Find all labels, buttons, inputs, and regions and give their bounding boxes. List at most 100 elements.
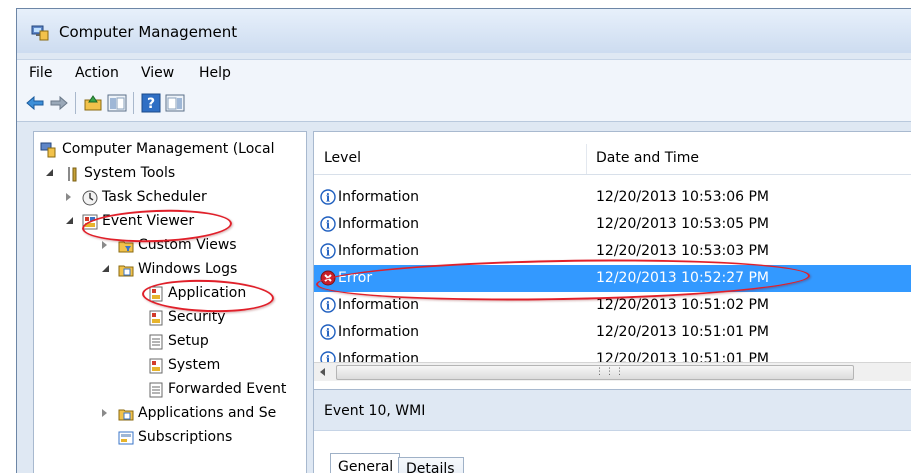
level-cell: Information	[338, 189, 420, 205]
grip-icon: ⋮⋮⋮	[595, 367, 625, 377]
log-icon	[149, 334, 163, 350]
show-hide-action-pane-icon[interactable]	[165, 93, 185, 113]
log-icon	[149, 310, 163, 326]
table-row[interactable]: i Information 12/20/2013 10:53:05 PM	[314, 211, 911, 238]
svg-text:i: i	[326, 300, 330, 313]
event-title: Event 10, WMI	[324, 403, 426, 419]
svg-text:i: i	[326, 354, 330, 363]
collapsed-arrow-icon[interactable]	[102, 409, 107, 417]
forward-arrow-icon[interactable]	[49, 93, 69, 113]
tree-label: Windows Logs	[138, 261, 238, 277]
tree-label: Computer Management (Local	[62, 141, 275, 157]
info-icon: i	[320, 189, 336, 205]
tree-label: System	[168, 357, 221, 373]
datetime-cell: 12/20/2013 10:53:05 PM	[596, 216, 769, 232]
computer-management-icon	[40, 142, 56, 158]
datetime-cell: 12/20/2013 10:51:01 PM	[596, 324, 769, 340]
help-icon[interactable]: ?	[141, 93, 161, 113]
datetime-cell: 12/20/2013 10:51:01 PM	[596, 351, 769, 362]
level-cell: Information	[338, 297, 420, 313]
datetime-cell: 12/20/2013 10:53:03 PM	[596, 243, 769, 259]
tab-label: Details	[406, 461, 455, 473]
clock-icon	[82, 190, 98, 206]
menu-help[interactable]: Help	[199, 65, 231, 81]
event-detail-panel: Event 10, WMI General Details	[313, 389, 911, 473]
folder-log-icon	[118, 409, 134, 421]
menu-bar: File Action View Help	[17, 59, 911, 86]
log-icon	[149, 286, 163, 302]
datetime-cell: 12/20/2013 10:52:27 PM	[596, 270, 769, 286]
log-icon	[149, 382, 163, 398]
menu-file[interactable]: File	[29, 65, 52, 81]
folder-log-icon	[118, 265, 134, 277]
title-bar[interactable]: Computer Management	[17, 9, 911, 53]
column-header-date-time[interactable]: Date and Time	[596, 150, 699, 166]
column-header-level[interactable]: Level	[324, 150, 361, 166]
menu-action[interactable]: Action	[75, 65, 119, 81]
toolbar: ?	[17, 85, 911, 122]
level-cell: Information	[338, 243, 420, 259]
expanded-arrow-icon[interactable]	[102, 265, 109, 272]
table-row[interactable]: i Information 12/20/2013 10:53:03 PM	[314, 238, 911, 265]
tree-label: Application	[168, 285, 247, 301]
log-icon	[149, 358, 163, 374]
tree-label: Forwarded Event	[168, 381, 287, 397]
menu-view[interactable]: View	[141, 65, 174, 81]
info-icon: i	[320, 351, 336, 362]
column-divider[interactable]	[586, 144, 587, 174]
collapsed-arrow-icon[interactable]	[66, 193, 71, 201]
level-cell: Information	[338, 351, 420, 362]
scroll-left-arrow-icon[interactable]	[320, 368, 325, 376]
window-title: Computer Management	[59, 23, 238, 41]
info-icon: i	[320, 324, 336, 340]
info-icon: i	[320, 297, 336, 313]
level-cell: Information	[338, 216, 420, 232]
computer-management-icon	[31, 25, 49, 41]
subscriptions-icon	[118, 431, 134, 445]
tab-general[interactable]: General	[330, 453, 400, 473]
console-tree[interactable]: Computer Management (Local System Tools …	[33, 131, 307, 473]
expanded-arrow-icon[interactable]	[66, 217, 73, 224]
screenshot-frame: Computer Management File Action View Hel…	[0, 0, 911, 473]
event-viewer-icon	[82, 214, 98, 230]
collapsed-arrow-icon[interactable]	[102, 241, 107, 249]
svg-text:i: i	[326, 246, 330, 259]
datetime-cell: 12/20/2013 10:53:06 PM	[596, 189, 769, 205]
error-icon	[320, 270, 336, 286]
tab-label: General	[338, 459, 394, 473]
svg-text:i: i	[326, 327, 330, 340]
list-header: Level Date and Time	[314, 144, 911, 175]
level-cell: Information	[338, 324, 420, 340]
tree-label: Security	[168, 309, 226, 325]
table-row-partial[interactable]: i Information 12/20/2013 10:51:01 PM	[314, 346, 911, 362]
up-folder-icon[interactable]	[83, 93, 103, 113]
tree-label: Event Viewer	[102, 213, 195, 229]
svg-text:i: i	[326, 219, 330, 232]
toolbar-separator	[133, 92, 134, 114]
event-list[interactable]: Level Date and Time i Information 12/20/…	[313, 131, 911, 391]
level-cell: Error	[338, 270, 373, 286]
tree-label: Subscriptions	[138, 429, 233, 445]
tree-label: Setup	[168, 333, 209, 349]
expanded-arrow-icon[interactable]	[46, 169, 53, 176]
table-row[interactable]: i Information 12/20/2013 10:51:01 PM	[314, 319, 911, 346]
tree-label: System Tools	[84, 165, 176, 181]
tab-details[interactable]: Details	[398, 457, 464, 473]
info-icon: i	[320, 216, 336, 232]
horizontal-scrollbar[interactable]: ⋮⋮⋮	[314, 362, 911, 381]
datetime-cell: 12/20/2013 10:51:02 PM	[596, 297, 769, 313]
table-row-selected[interactable]: Error 12/20/2013 10:52:27 PM	[314, 265, 911, 292]
show-hide-console-tree-icon[interactable]	[107, 93, 127, 113]
svg-text:i: i	[326, 192, 330, 205]
table-row[interactable]: i Information 12/20/2013 10:53:06 PM	[314, 184, 911, 211]
tree-label: Custom Views	[138, 237, 237, 253]
table-row[interactable]: i Information 12/20/2013 10:51:02 PM	[314, 292, 911, 319]
computer-management-window: Computer Management File Action View Hel…	[16, 8, 911, 473]
event-detail-body: General Details	[314, 430, 911, 473]
folder-filter-icon	[118, 241, 134, 253]
tree-label: Applications and Se	[138, 405, 277, 421]
back-arrow-icon[interactable]	[25, 93, 45, 113]
scrollbar-thumb[interactable]: ⋮⋮⋮	[336, 365, 854, 380]
info-icon: i	[320, 243, 336, 259]
tree-label: Task Scheduler	[102, 189, 207, 205]
